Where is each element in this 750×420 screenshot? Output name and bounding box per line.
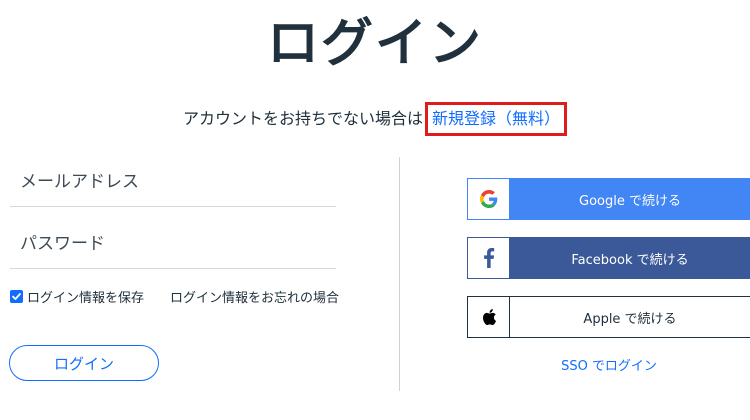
facebook-login-label: Facebook で続ける [510, 238, 750, 278]
remember-checkbox[interactable] [10, 290, 23, 303]
remember-label[interactable]: ログイン情報を保存 [27, 287, 144, 306]
forgot-login-link[interactable]: ログイン情報をお忘れの場合 [170, 287, 339, 306]
apple-icon [482, 309, 496, 326]
email-input[interactable] [10, 162, 320, 202]
page-title: ログイン [266, 14, 483, 74]
remember-login: ログイン情報を保存 [10, 287, 144, 306]
login-button[interactable]: ログイン [9, 345, 159, 381]
facebook-login-button[interactable]: Facebook で続ける [467, 237, 750, 279]
sso-login-link[interactable]: SSO でログイン [467, 355, 750, 374]
facebook-icon-box [468, 238, 510, 278]
apple-login-label: Apple で続ける [510, 297, 750, 337]
password-input[interactable] [10, 224, 320, 264]
google-login-label: Google で続ける [510, 179, 750, 219]
signup-prompt-text: アカウントをお持ちでない場合は [182, 109, 423, 128]
google-icon-box [468, 179, 510, 219]
signup-link[interactable]: 新規登録（無料） [425, 102, 568, 136]
checkmark-icon [12, 293, 21, 300]
email-field-container [10, 158, 336, 207]
signup-prompt-line: アカウントをお持ちでない場合は 新規登録（無料） [0, 102, 750, 136]
apple-icon-box [468, 297, 510, 337]
google-login-button[interactable]: Google で続ける [467, 178, 750, 220]
apple-login-button[interactable]: Apple で続ける [467, 296, 750, 338]
google-icon [479, 190, 497, 208]
password-field-container [10, 220, 336, 269]
facebook-icon [483, 248, 494, 268]
vertical-divider [399, 157, 400, 391]
login-page: ログイン アカウントをお持ちでない場合は新規登録（無料） ログイン情報を保存 ロ… [0, 0, 750, 420]
